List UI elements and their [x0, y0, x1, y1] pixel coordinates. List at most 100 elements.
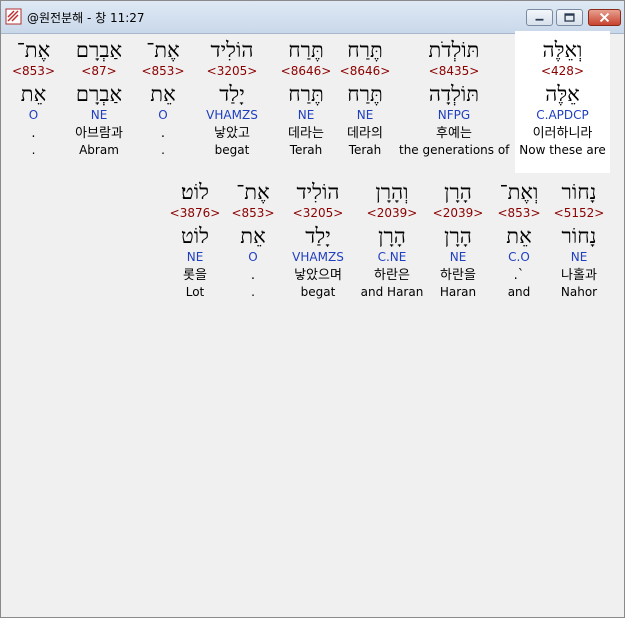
morph-code: C.APDCP: [536, 108, 589, 122]
strong-number: <853>: [497, 206, 541, 220]
strong-number: <3205>: [292, 206, 344, 220]
hebrew-root: אֵת: [506, 224, 532, 248]
morph-code: NE: [297, 108, 315, 122]
word-2-2[interactable]: אֶת־ <853> אֵת O . .: [226, 180, 280, 300]
korean-gloss: 낳았으며: [294, 268, 342, 283]
morph-code: VHAMZS: [292, 250, 344, 264]
morph-code: NE: [570, 250, 588, 264]
title-bar[interactable]: @원전분해 - 창 11:27: [1, 1, 624, 34]
app-window: @원전분해 - 창 11:27 אֶת־ <853> אֵת O . . אַב…: [0, 0, 625, 618]
english-gloss: .: [31, 143, 36, 157]
hebrew-word: הוֹלִיד: [210, 38, 254, 62]
hebrew-root: אֵת: [20, 82, 47, 106]
hebrew-root: אֵת: [240, 224, 266, 248]
hebrew-root: לוֹט: [181, 224, 209, 248]
word-2-1[interactable]: לוֹט׃ <3876> לוֹט NE 롯을 Lot: [164, 180, 226, 300]
hebrew-root: תֶּרַח: [288, 82, 324, 106]
english-gloss: Terah: [289, 143, 323, 157]
hebrew-word: לוֹט׃: [181, 180, 209, 204]
korean-gloss: 하란은: [374, 268, 410, 283]
english-gloss: Nahor: [560, 285, 598, 299]
korean-gloss: 데라는: [288, 126, 324, 141]
hebrew-word: וְאֵלֶּה: [542, 38, 583, 62]
window-title: @원전분해 - 창 11:27: [27, 11, 145, 25]
english-gloss: begat: [214, 143, 250, 157]
morph-code: NE: [356, 108, 374, 122]
hebrew-word: אֶת־: [236, 180, 270, 204]
english-gloss: and: [507, 285, 531, 299]
english-gloss: Haran: [439, 285, 477, 299]
hebrew-root: אֵת: [150, 82, 176, 106]
hebrew-word: וְהָרָן: [375, 180, 409, 204]
korean-gloss: 나홀과: [561, 268, 597, 283]
close-icon: [599, 12, 610, 23]
korean-gloss: 롯을: [183, 268, 207, 283]
maximize-button[interactable]: [556, 9, 583, 26]
word-2-5[interactable]: הָרָן <2039> הָרָן NE 하란을 Haran: [428, 180, 488, 300]
korean-gloss: 후예는: [436, 126, 472, 141]
word-1-3[interactable]: אֶת־ <853> אֵת O . .: [136, 38, 190, 158]
strong-number: <8435>: [428, 64, 480, 78]
hebrew-root: יָלַד: [305, 224, 331, 248]
word-2-7[interactable]: נָחוֹר <5152> נָחוֹר NE 나홀과 Nahor: [550, 180, 608, 300]
strong-number: <428>: [540, 64, 584, 78]
analysis-panel: אֶת־ <853> אֵת O . . אַבְרָם <87> אַבְרָ…: [2, 31, 623, 616]
strong-number: <2039>: [366, 206, 418, 220]
hebrew-word: נָחוֹר: [561, 180, 597, 204]
korean-gloss: 데라의: [347, 126, 383, 141]
morph-code: NE: [90, 108, 108, 122]
korean-gloss: 낳았고: [214, 126, 250, 141]
english-gloss: and Haran: [360, 285, 424, 299]
morph-code: O: [158, 108, 168, 122]
strong-number: <853>: [231, 206, 275, 220]
strong-number: <3876>: [169, 206, 221, 220]
hebrew-root: אֵלֶּה: [545, 82, 580, 106]
english-gloss: Abram: [79, 143, 119, 157]
hebrew-root: הָרָן: [378, 224, 406, 248]
morph-code: NE: [449, 250, 467, 264]
korean-gloss: .`: [513, 268, 525, 283]
english-gloss: the generations of: [399, 143, 510, 157]
hebrew-root: הָרָן: [444, 224, 472, 248]
word-1-5[interactable]: תֶּרַח <8646> תֶּרַח NE 데라는 Terah: [275, 38, 337, 158]
hebrew-word: וְאֶת־: [499, 180, 539, 204]
strong-number: <87>: [81, 64, 117, 78]
strong-number: <5152>: [553, 206, 605, 220]
hebrew-word: תֶּרַח: [347, 38, 383, 62]
word-2-6[interactable]: וְאֶת־ <853> אֵת C.O .` and: [490, 180, 548, 300]
app-icon: [5, 8, 22, 25]
english-gloss: .: [161, 143, 165, 157]
strong-number: <8646>: [280, 64, 332, 78]
word-2-4[interactable]: וְהָרָן <2039> הָרָן C.NE 하란은 and Haran: [357, 180, 427, 300]
hebrew-root: אַבְרָם: [75, 82, 123, 106]
hebrew-word: תּוֹלְדֹת: [428, 38, 480, 62]
minimize-icon: [535, 18, 544, 21]
korean-gloss: .: [250, 268, 256, 283]
strong-number: <853>: [141, 64, 185, 78]
strong-number: <3205>: [206, 64, 258, 78]
word-2-3[interactable]: הוֹלִיד <3205> יָלַד VHAMZS 낳았으며 begat: [281, 180, 355, 300]
strong-number: <2039>: [432, 206, 484, 220]
morph-code: C.O: [508, 250, 530, 264]
word-1-4[interactable]: הוֹלִיד <3205> יָלַד VHAMZS 낳았고 begat: [196, 38, 268, 158]
word-1-2[interactable]: אַבְרָם <87> אַבְרָם NE 아브람과 Abram: [63, 38, 135, 158]
word-1-8-selected[interactable]: וְאֵלֶּה <428> אֵלֶּה C.APDCP 이러하니라 Now …: [515, 31, 610, 173]
morph-code: O: [248, 250, 258, 264]
morph-code: VHAMZS: [206, 108, 258, 122]
morph-code: NE: [186, 250, 204, 264]
hebrew-root: יָלַד: [219, 82, 245, 106]
english-gloss: begat: [300, 285, 336, 299]
word-1-6[interactable]: תֶּרַח <8646> תֶּרַח NE 데라의 Terah: [335, 38, 395, 158]
hebrew-word: הָרָן: [444, 180, 472, 204]
minimize-button[interactable]: [526, 9, 553, 26]
maximize-icon: [564, 13, 575, 22]
hebrew-word: אֶת־: [16, 38, 51, 62]
word-1-7[interactable]: תּוֹלְדֹת <8435> תּוֹלְדָה NFPG 후예는 the …: [399, 38, 509, 158]
morph-code: O: [28, 108, 39, 122]
hebrew-word: תֶּרַח: [288, 38, 324, 62]
english-gloss: Terah: [348, 143, 382, 157]
strong-number: <853>: [11, 64, 55, 78]
word-1-1[interactable]: אֶת־ <853> אֵת O . .: [6, 38, 61, 158]
korean-gloss: 아브람과: [75, 126, 123, 141]
close-button[interactable]: [588, 9, 621, 26]
